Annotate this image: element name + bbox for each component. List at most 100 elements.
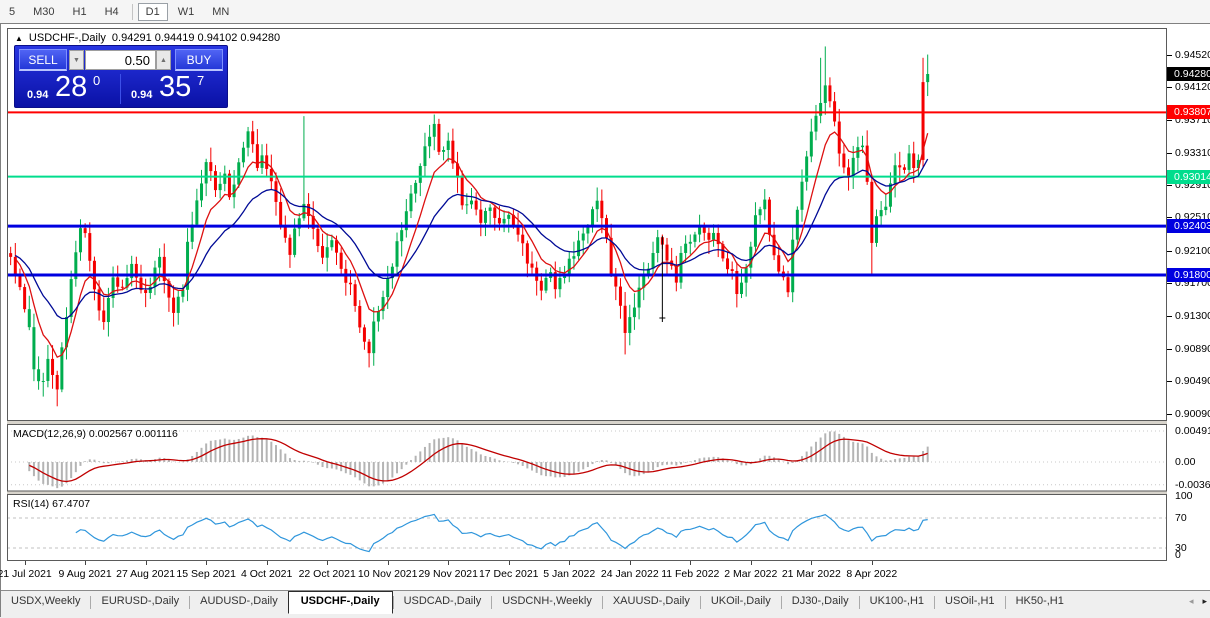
chevron-up-icon: ▲ [160, 56, 167, 64]
date-axis-tick [569, 561, 571, 565]
date-axis-tick [85, 561, 87, 565]
date-axis-tick [508, 561, 510, 565]
chart-title: ▲ USDCHF-,Daily 0.94291 0.94419 0.94102 … [15, 32, 280, 44]
tab-usdx-weekly[interactable]: USDX,Weekly [1, 591, 90, 613]
chart-symbol-label: USDCHF-,Daily [28, 32, 106, 44]
price-axis-tick [1167, 381, 1172, 383]
date-axis-tick [24, 561, 26, 565]
tab-scroll-buttons: ◂ ▸ [1189, 596, 1207, 607]
timeframe-M30[interactable]: M30 [25, 3, 62, 21]
chart-ohlc-values: 0.94291 0.94419 0.94102 0.94280 [111, 32, 281, 44]
price-axis-tick [1167, 413, 1172, 415]
sell-price-big: 28 [55, 71, 88, 103]
price-axis-tick-label: 0.90890 [1175, 342, 1210, 355]
rsi-axis-tick-label: 70 [1175, 512, 1187, 524]
price-axis-tick-label: 0.91300 [1175, 309, 1210, 322]
date-axis-tick [266, 561, 268, 565]
chart-window: ▲ USDCHF-,Daily 0.94291 0.94419 0.94102 … [0, 23, 1210, 618]
tab-usdcad-daily[interactable]: USDCAD-,Daily [394, 591, 492, 613]
price-axis-tick [1167, 54, 1172, 56]
price-axis-tick-label: 0.90490 [1175, 375, 1210, 388]
date-axis-tick [145, 561, 147, 565]
lot-increase-button[interactable]: ▲ [156, 50, 171, 70]
tab-scroll-left-icon[interactable]: ◂ [1189, 596, 1194, 607]
current-price-badge: 0.94280 [1167, 67, 1210, 81]
date-axis-label: 27 Aug 2021 [116, 568, 176, 580]
rsi-label: RSI(14) 67.4707 [13, 498, 91, 510]
price-axis-tick-label: 0.94520 [1175, 48, 1210, 61]
date-axis-label: 21 Mar 2022 [781, 568, 841, 580]
tab-xauusd-daily[interactable]: XAUUSD-,Daily [603, 591, 700, 613]
price-level-badge: 0.93807 [1167, 105, 1210, 120]
lot-size-input[interactable]: 0.50 [85, 50, 156, 70]
sell-button[interactable]: SELL [19, 49, 67, 71]
date-axis-tick [811, 561, 813, 565]
tab-usoil-h1[interactable]: USOil-,H1 [935, 591, 1005, 613]
timeframe-H1[interactable]: H1 [65, 3, 95, 21]
tab-eurusd-daily[interactable]: EURUSD-,Daily [91, 591, 189, 613]
macd-label: MACD(12,26,9) 0.002567 0.001116 [13, 428, 178, 440]
sell-price-pip: 0 [93, 73, 101, 88]
price-axis[interactable]: 0.94520 0.94120 0.93710 0.93310 0.92910 0.925… [1167, 28, 1210, 561]
price-axis-tick-label: 0.93310 [1175, 146, 1210, 159]
timeframe-D1[interactable]: D1 [137, 2, 168, 21]
price-axis-tick-label: 0.92100 [1175, 244, 1210, 257]
date-axis-label: 21 Jul 2021 [0, 568, 52, 580]
tab-ukoil-daily[interactable]: UKOil-,Daily [701, 591, 781, 613]
tab-usdchf-daily[interactable]: USDCHF-,Daily [287, 591, 393, 614]
timeframe-W1[interactable]: W1 [170, 3, 203, 21]
price-axis-tick [1167, 185, 1172, 187]
macd-axis-tick-label: 0.00 [1175, 456, 1196, 468]
price-axis-tick-label: 0.94120 [1175, 80, 1210, 93]
date-axis-tick [206, 561, 208, 565]
date-axis-label: 9 Aug 2021 [58, 568, 112, 580]
timeframe-5[interactable]: 5 [1, 3, 23, 21]
price-divider [120, 74, 121, 104]
tab-scroll-right-icon[interactable]: ▸ [1202, 596, 1207, 607]
date-axis-label: 8 Apr 2022 [846, 568, 898, 580]
buy-price-prefix: 0.94 [131, 89, 153, 101]
tab-hk50-h1[interactable]: HK50-,H1 [1006, 591, 1074, 613]
tab-usdcnh-weekly[interactable]: USDCNH-,Weekly [492, 591, 602, 613]
buy-price-big: 35 [159, 71, 192, 103]
buy-button[interactable]: BUY [175, 49, 223, 71]
timeframe-MN[interactable]: MN [204, 3, 237, 21]
date-axis-label: 24 Jan 2022 [600, 568, 659, 580]
price-axis-tick [1167, 120, 1172, 122]
price-axis-tick [1167, 250, 1172, 252]
date-axis[interactable]: 21 Jul 2021 9 Aug 2021 27 Aug 2021 15 Sep 2… [0, 561, 1167, 589]
date-axis-tick [327, 561, 329, 565]
timeframe-H4[interactable]: H4 [97, 3, 127, 21]
buy-price-pip: 7 [197, 73, 205, 88]
date-axis-tick [871, 561, 873, 565]
one-click-trade-panel: SELL ▼ 0.50 ▲ BUY 0.94 28 0 0.94 35 7 [14, 45, 228, 108]
rsi-axis-tick-label: 0 [1175, 549, 1181, 561]
date-axis-tick [629, 561, 631, 565]
sell-price-prefix: 0.94 [27, 89, 49, 101]
toolbar-separator [131, 3, 133, 20]
date-axis-tick [750, 561, 752, 565]
price-axis-tick [1167, 315, 1172, 317]
tab-audusd-daily[interactable]: AUDUSD-,Daily [190, 591, 288, 613]
sell-price[interactable]: 0.94 28 0 [19, 71, 119, 105]
date-axis-label: 2 Mar 2022 [724, 568, 778, 580]
tab-uk100-h1[interactable]: UK100-,H1 [860, 591, 934, 613]
date-axis-label: 15 Sep 2021 [176, 568, 236, 580]
symbol-tab-bar: USDX,Weekly EURUSD-,Daily AUDUSD-,Daily USD… [1, 590, 1210, 618]
date-axis-label: 4 Oct 2021 [240, 568, 293, 580]
tab-dj30-daily[interactable]: DJ30-,Daily [782, 591, 859, 613]
collapse-panel-icon[interactable]: ▲ [15, 34, 23, 43]
price-level-badge: 0.93014 [1167, 169, 1210, 184]
lot-decrease-button[interactable]: ▼ [69, 50, 84, 70]
macd-axis-tick-label: 0.004913 [1175, 425, 1210, 438]
date-axis-label: 29 Nov 2021 [418, 568, 478, 580]
date-axis-tick [448, 561, 450, 565]
price-level-badge: 0.91800 [1167, 268, 1210, 282]
date-axis-label: 22 Oct 2021 [298, 568, 356, 580]
price-level-badge: 0.92403 [1167, 219, 1210, 234]
date-axis-tick [387, 561, 389, 565]
price-axis-tick-label: 0.90090 [1175, 407, 1210, 420]
buy-price[interactable]: 0.94 35 7 [123, 71, 223, 105]
price-axis-tick [1167, 348, 1172, 350]
date-axis-label: 5 Jan 2022 [543, 568, 596, 580]
